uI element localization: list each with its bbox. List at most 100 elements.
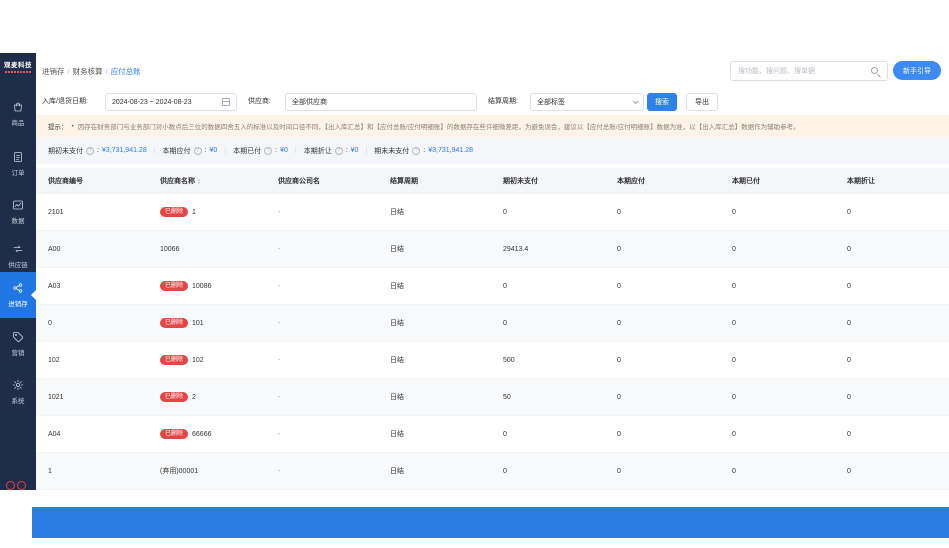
summary-value: ¥0 [280, 147, 288, 154]
sidebar-item-supply-chain[interactable]: 供应链 [0, 239, 36, 273]
sidebar-item-marketing[interactable]: 营销 [0, 327, 36, 361]
table-row[interactable]: 1 (弃用)00001 - 日结 0 0 0 0 [36, 453, 949, 490]
cell-settlement-period: 日结 [390, 468, 404, 475]
supplier-input[interactable]: 全部供应商 [285, 93, 477, 111]
cell-settlement-period: 日结 [390, 209, 404, 216]
sort-icon[interactable]: ▲ ▼ [197, 178, 201, 185]
table-header: 供应商编号 供应商名称 ▲ ▼ 供应商公司名 结算周期 期初未支付 本期应付 本期已付 本期折让 [36, 168, 949, 194]
cell-current-discount: 0 [847, 208, 851, 216]
cell-opening-unpaid: 0 [503, 282, 507, 290]
supplier-filter-label: 供应商: [248, 98, 271, 105]
sidebar-item-goods[interactable]: 商品 [0, 97, 36, 131]
summary-item: 本期应付?: ¥0 [162, 146, 217, 156]
sidebar-item-label: 商品 [11, 120, 25, 127]
column-header: 供应商公司名 [266, 176, 378, 186]
cell-supplier-name: 已删除 101 [148, 318, 266, 328]
summary-colon: : [97, 147, 99, 154]
export-button[interactable]: 导出 [686, 93, 718, 111]
cell-supplier-company: - [278, 430, 281, 438]
app-window: 观麦科技 商品订单数据供应链进销存营销系统 进销存/财务核算/应付总账 新手引导… [0, 53, 949, 490]
table-row[interactable]: 1021 已删除 2 - 日结 50 0 0 0 [36, 379, 949, 416]
hint-bullet: • [71, 122, 74, 130]
deleted-badge: 已删除 [160, 429, 189, 439]
date-filter-label: 入库/退货日期: [42, 98, 88, 105]
cell-current-discount: 0 [847, 319, 851, 327]
chart-icon [12, 199, 24, 213]
column-header-label: 期初未支付 [503, 178, 538, 185]
gear-icon [12, 379, 24, 393]
order-icon [12, 151, 24, 165]
column-header-label: 本期应付 [617, 178, 645, 185]
column-header-label: 本期已付 [732, 178, 760, 185]
hint-text: 因存在财务部门与业务部门对小数点后三位的数据四舍五入的标准以及时间口径不同，【出… [77, 124, 800, 131]
table-row[interactable]: 0 已删除 101 - 日结 0 0 0 0 [36, 305, 949, 342]
table-row[interactable]: A03 已删除 10086 - 日结 0 0 0 0 [36, 268, 949, 305]
tag-icon [12, 331, 24, 345]
global-search[interactable] [730, 61, 888, 81]
table-row[interactable]: A00 10066 - 日结 29413.4 0 0 0 [36, 231, 949, 268]
calendar-icon [222, 98, 230, 106]
help-icon[interactable]: ? [193, 146, 202, 155]
filter-bar: 入库/退货日期: 2024-08-23 ~ 2024-08-23 供应商: 全部… [36, 90, 949, 115]
table-row[interactable]: 2101 已删除 1 - 日结 0 0 0 0 [36, 194, 949, 231]
sidebar-item-orders[interactable]: 订单 [0, 147, 36, 181]
cell-supplier-code: 102 [48, 356, 60, 364]
summary-bar: 期初未支付?: ¥3,731,941.28 | 本期应付?: ¥0 | 本期已付?: ¥0 | 本… [36, 137, 949, 164]
logo: 观麦科技 [0, 59, 36, 73]
sidebar-bottom-icon[interactable] [6, 481, 26, 490]
cell-current-discount: 0 [847, 245, 851, 253]
date-range-value: 2024-08-23 ~ 2024-08-23 [112, 98, 192, 106]
column-header-label: 供应商名称 [160, 178, 195, 185]
cell-current-discount: 0 [847, 282, 851, 290]
summary-label: 期末未支付 [374, 147, 410, 155]
sidebar-item-data[interactable]: 数据 [0, 195, 36, 229]
summary-colon: : [275, 147, 278, 154]
supplier-name-text: 101 [192, 319, 204, 327]
help-icon[interactable]: ? [334, 146, 343, 155]
supplier-name-text: 10086 [192, 282, 212, 290]
cell-opening-unpaid: 0 [503, 467, 507, 475]
cell-supplier-name: (弃用)00001 [148, 466, 266, 476]
summary-colon: : [204, 147, 207, 154]
column-header-label: 结算周期 [390, 178, 418, 185]
breadcrumb-item[interactable]: 财务核算 [73, 66, 103, 77]
table-row[interactable]: A04 已删除 66666 - 日结 0 0 0 0 [36, 416, 949, 453]
date-range-input[interactable]: 2024-08-23 ~ 2024-08-23 [105, 93, 237, 111]
cell-supplier-code: 1 [48, 467, 52, 475]
summary-label: 本期已付 [233, 147, 262, 155]
column-header: 结算周期 [378, 176, 491, 186]
cell-supplier-name: 已删除 10086 [148, 281, 266, 291]
cell-current-paid: 0 [732, 282, 736, 290]
cell-supplier-name: 已删除 66666 [148, 429, 266, 439]
cell-opening-unpaid: 0 [503, 430, 507, 438]
breadcrumb-item[interactable]: 进销存 [42, 66, 65, 77]
help-icon[interactable]: ? [86, 146, 94, 155]
help-icon[interactable]: ? [412, 146, 421, 155]
sidebar-item-label: 订单 [11, 170, 25, 177]
cell-opening-unpaid: 500 [503, 356, 515, 364]
search-button[interactable]: 搜索 [647, 93, 677, 111]
cell-supplier-company: - [278, 319, 281, 327]
inventory-icon [12, 282, 24, 296]
search-icon[interactable] [871, 67, 880, 76]
cell-settlement-period: 日结 [390, 394, 404, 401]
period-select[interactable]: 全部标签 [530, 93, 644, 111]
search-input[interactable] [731, 62, 887, 80]
guide-button[interactable]: 新手引导 [893, 61, 941, 80]
cell-current-paid: 0 [732, 467, 736, 475]
cell-supplier-code: A04 [48, 430, 61, 438]
breadcrumb-separator: / [105, 66, 108, 76]
cell-current-payable: 0 [617, 430, 621, 438]
summary-label: 本期应付 [162, 147, 191, 155]
cell-settlement-period: 日结 [390, 320, 404, 327]
cell-supplier-company: - [278, 393, 281, 401]
cell-supplier-company: - [278, 208, 281, 216]
cell-opening-unpaid: 29413.4 [503, 245, 529, 253]
sidebar-item-system[interactable]: 系统 [0, 375, 36, 409]
table-row[interactable]: 102 已删除 102- 日结 500 0 0 0 [36, 342, 949, 379]
deleted-badge: 已删除 [160, 392, 189, 402]
cell-current-discount: 0 [847, 356, 851, 364]
summary-separator: | [224, 147, 227, 154]
help-icon[interactable]: ? [264, 146, 273, 155]
header: 进销存/财务核算/应付总账 新手引导 [36, 53, 949, 89]
